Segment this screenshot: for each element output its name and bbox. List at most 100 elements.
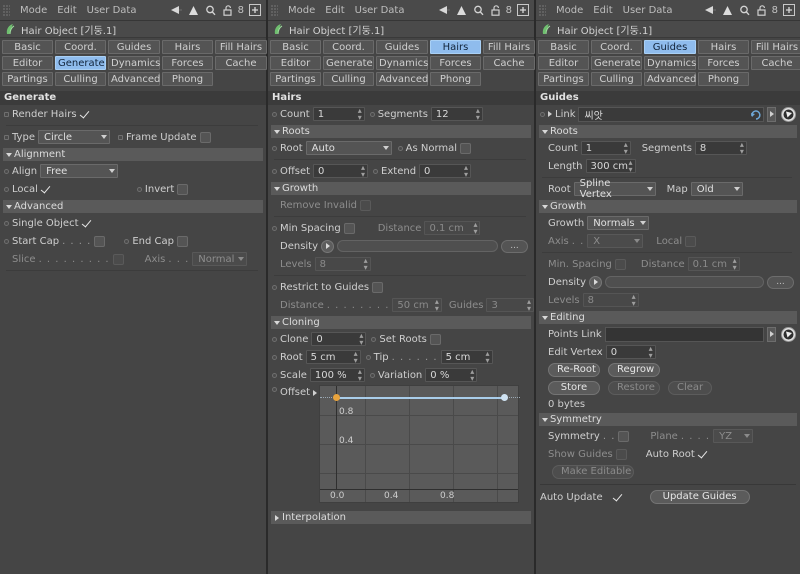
spinner-icon[interactable] — [364, 257, 368, 271]
spinner-icon[interactable] — [632, 293, 636, 307]
menu-user-data[interactable]: User Data — [618, 0, 678, 21]
offset-curve-graph[interactable]: 0.8 0.4 0.0 0.4 0.8 — [319, 385, 521, 503]
input-link[interactable]: 씨앗 — [578, 106, 764, 122]
input-distance[interactable]: 0.1 cm — [424, 221, 481, 235]
tab-basic[interactable]: Basic — [538, 40, 589, 54]
subsection-editing[interactable]: Editing — [539, 311, 797, 324]
checkbox-start-cap[interactable] — [94, 235, 106, 247]
tab-partings[interactable]: Partings — [538, 72, 589, 86]
input-clone-root[interactable]: 5 cm — [305, 350, 361, 364]
expand-icon[interactable] — [516, 4, 529, 17]
lock-open-icon[interactable] — [755, 4, 768, 17]
checkbox-render-hairs[interactable] — [80, 109, 91, 120]
tab-cache[interactable]: Cache — [483, 56, 535, 70]
subsection-advanced[interactable]: Advanced — [3, 200, 263, 213]
tab-dynamics[interactable]: Dynamics — [376, 56, 428, 70]
menu-mode[interactable]: Mode — [283, 0, 320, 21]
tab-basic[interactable]: Basic — [2, 40, 53, 54]
checkbox-guides-min-spacing[interactable] — [614, 258, 626, 270]
regrow-button[interactable]: Regrow — [608, 363, 660, 377]
tab-culling[interactable]: Culling — [591, 72, 642, 86]
input-restrict-distance[interactable]: 50 cm — [392, 298, 442, 312]
tab-phong[interactable]: Phong — [162, 72, 213, 86]
magnifier-icon[interactable] — [738, 4, 751, 17]
disclosure-triangle-icon[interactable] — [548, 111, 552, 117]
spinner-icon[interactable] — [486, 350, 490, 364]
animate-dot-icon[interactable] — [397, 145, 403, 151]
update-guides-button[interactable]: Update Guides — [649, 490, 750, 504]
menu-edit[interactable]: Edit — [52, 0, 81, 21]
tab-fill-hairs[interactable]: Fill Hairs — [751, 40, 800, 54]
input-variation[interactable]: 0 % — [425, 368, 478, 382]
animate-dot-icon[interactable] — [4, 134, 9, 140]
link-dropdown-button[interactable] — [767, 106, 776, 122]
checkbox-symmetry[interactable] — [618, 430, 630, 442]
tab-forces[interactable]: Forces — [162, 56, 213, 70]
play-button-icon[interactable] — [321, 239, 335, 253]
tab-advanced[interactable]: Advanced — [376, 72, 428, 86]
tab-advanced[interactable]: Advanced — [644, 72, 696, 86]
tab-coord[interactable]: Coord. — [591, 40, 642, 54]
menu-user-data[interactable]: User Data — [350, 0, 410, 21]
dropdown-plane[interactable]: YZ — [713, 429, 754, 443]
tab-forces[interactable]: Forces — [698, 56, 749, 70]
checkbox-end-cap[interactable] — [176, 235, 188, 247]
tab-partings[interactable]: Partings — [270, 72, 321, 86]
spinner-icon[interactable] — [358, 368, 362, 382]
tab-fill-hairs[interactable]: Fill Hairs — [215, 40, 267, 54]
magnifier-icon[interactable] — [204, 4, 217, 17]
tab-culling[interactable]: Culling — [55, 72, 106, 86]
checkbox-restrict-to-guides[interactable] — [372, 281, 384, 293]
disclosure-triangle-icon[interactable] — [313, 390, 318, 396]
subsection-growth[interactable]: Growth — [271, 182, 531, 195]
animate-dot-icon[interactable] — [272, 168, 277, 174]
input-offset[interactable]: 0 — [313, 164, 369, 178]
dropdown-guides-map[interactable]: Old — [690, 182, 743, 196]
magnifier-icon[interactable] — [472, 4, 485, 17]
tab-dynamics[interactable]: Dynamics — [644, 56, 696, 70]
animate-dot-icon[interactable] — [272, 111, 277, 117]
guides-density-options-button[interactable]: ... — [767, 275, 794, 289]
input-clone[interactable]: 0 — [311, 332, 367, 346]
drag-grip-icon[interactable] — [271, 4, 278, 16]
animate-dot-icon[interactable] — [373, 168, 379, 174]
animate-dot-icon[interactable] — [124, 238, 130, 244]
tab-guides[interactable]: Guides — [376, 40, 428, 54]
menu-mode[interactable]: Mode — [15, 0, 52, 21]
layer-count-icon[interactable]: 8 — [238, 5, 244, 16]
drag-grip-icon[interactable] — [3, 4, 10, 16]
checkbox-slice[interactable] — [112, 253, 124, 265]
animate-dot-icon[interactable] — [371, 336, 377, 342]
dropdown-type[interactable]: Circle — [37, 130, 110, 144]
input-edit-vertex[interactable]: 0 — [605, 345, 656, 359]
animate-dot-icon[interactable] — [272, 284, 277, 290]
slider-density[interactable] — [337, 240, 498, 252]
checkbox-show-guides[interactable] — [615, 448, 627, 460]
input-guides-segments[interactable]: 8 — [694, 141, 747, 155]
input-guides-count[interactable]: 1 — [580, 141, 631, 155]
spinner-icon[interactable] — [527, 298, 531, 312]
dropdown-growth[interactable]: Normals — [587, 216, 650, 230]
spinner-icon[interactable] — [435, 298, 439, 312]
menu-edit[interactable]: Edit — [320, 0, 349, 21]
tab-generate[interactable]: Generate — [55, 56, 106, 70]
tab-phong[interactable]: Phong — [430, 72, 481, 86]
clear-button[interactable]: Clear — [668, 381, 712, 395]
tab-guides[interactable]: Guides — [644, 40, 696, 54]
checkbox-as-normal[interactable] — [460, 142, 472, 154]
animate-dot-icon[interactable] — [369, 111, 375, 117]
animate-dot-icon[interactable] — [4, 186, 9, 192]
back-arrow-icon[interactable] — [438, 4, 451, 17]
tab-coord[interactable]: Coord. — [323, 40, 374, 54]
lock-open-icon[interactable] — [489, 4, 502, 17]
animate-dot-icon[interactable] — [4, 111, 9, 117]
layer-count-icon[interactable]: 8 — [506, 5, 512, 16]
expand-icon[interactable] — [782, 4, 795, 17]
input-guides-distance[interactable]: 0.1 cm — [687, 257, 740, 271]
subsection-symmetry[interactable]: Symmetry — [539, 413, 797, 426]
tab-fill-hairs[interactable]: Fill Hairs — [483, 40, 535, 54]
density-options-button[interactable]: ... — [501, 239, 528, 253]
tab-guides[interactable]: Guides — [108, 40, 160, 54]
back-arrow-icon[interactable] — [704, 4, 717, 17]
tab-partings[interactable]: Partings — [2, 72, 53, 86]
